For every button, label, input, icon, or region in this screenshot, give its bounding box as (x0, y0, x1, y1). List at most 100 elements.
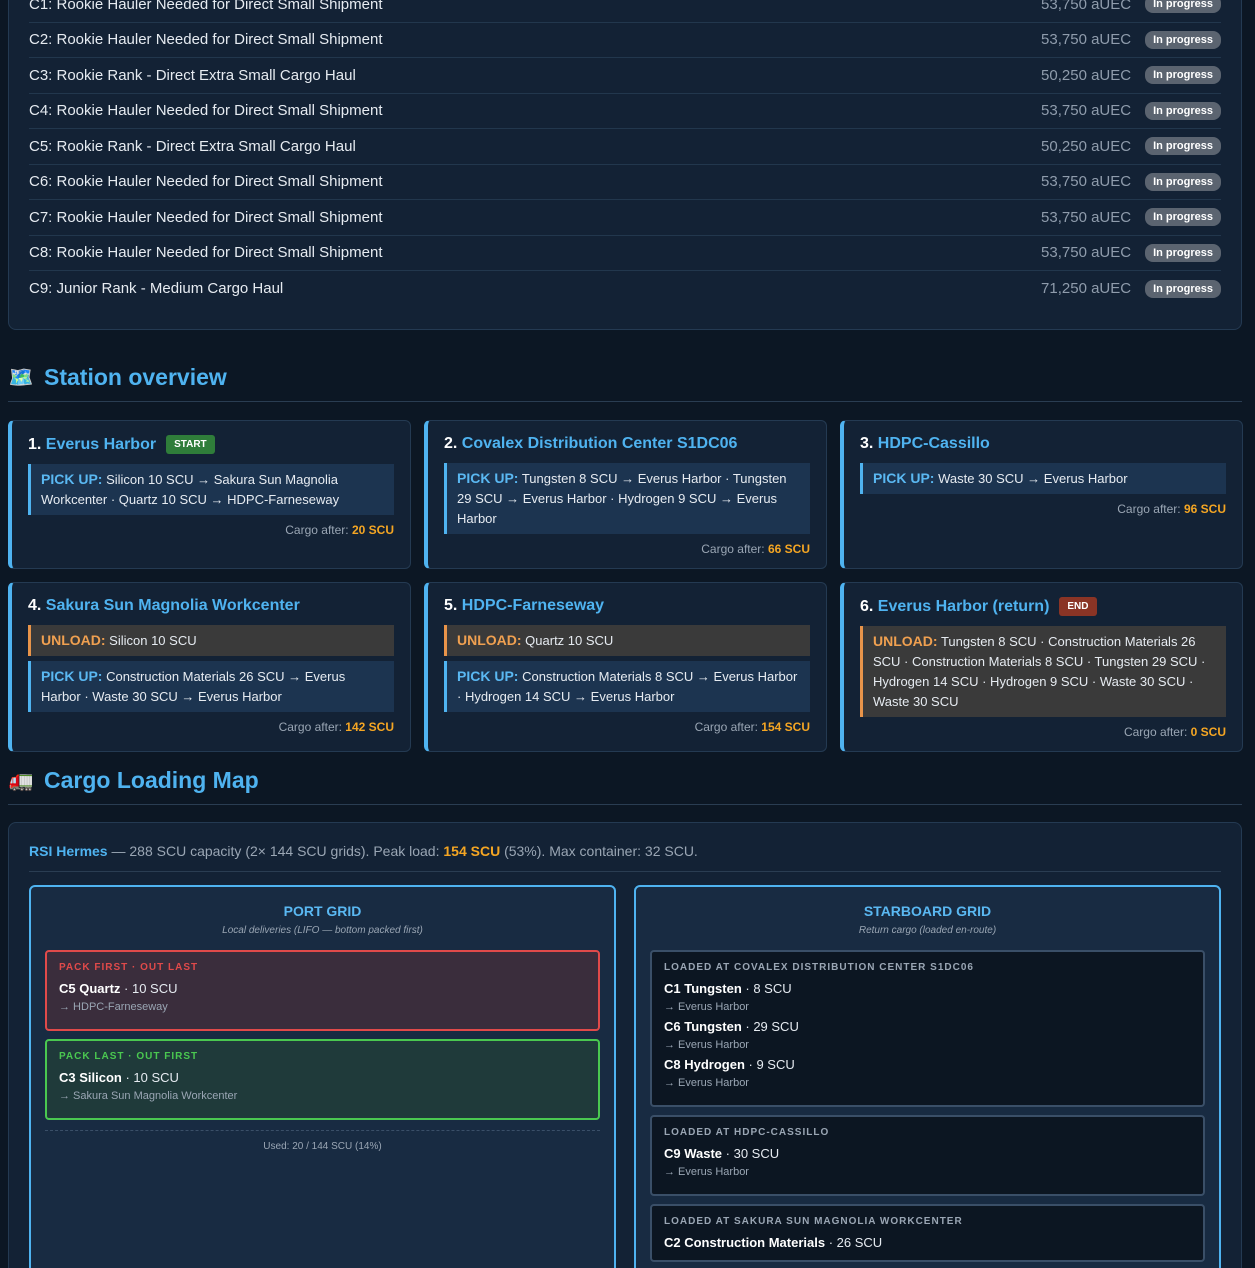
contract-reward: 53,750 aUEC (1041, 244, 1132, 262)
contract-reward: 53,750 aUEC (1041, 208, 1132, 226)
contract-reward: 53,750 aUEC (1041, 173, 1132, 191)
station-name[interactable]: Covalex Distribution Center S1DC06 (462, 435, 738, 452)
station-card: 4. Sakura Sun Magnolia Workcenter UNLOAD:… (8, 582, 411, 752)
slot-tag: PACK FIRST · OUT LAST (59, 962, 199, 973)
pickup-action: PICK UP: Tungsten 8 SCU → Everus Harbor … (444, 463, 810, 534)
pickup-action: PICK UP: Waste 30 SCU → Everus Harbor (860, 463, 1226, 494)
contract-title: C7: Rookie Hauler Needed for Direct Smal… (29, 208, 383, 226)
pickup-action: PICK UP: Silicon 10 SCU → Sakura Sun Mag… (28, 464, 394, 515)
cargo-after-label: Cargo after: (1123, 725, 1188, 739)
station-badge: START (166, 435, 215, 454)
grid-subtitle: Local deliveries (LIFO — bottom packed f… (222, 925, 423, 936)
status-badge: In progress (1145, 0, 1221, 14)
cargo-item-name: C6 Tungsten (664, 1019, 742, 1034)
peak-load: 154 SCU (443, 843, 501, 859)
cargo-item-qty: · 10 SCU (120, 981, 178, 996)
cargo-after: Cargo after: 66 SCU (444, 542, 810, 556)
station-overview-header: 🗺️ Station overview (8, 364, 1242, 402)
ship-desc-tail: (53%). Max container: 32 SCU. (500, 843, 698, 859)
contract-row[interactable]: C5: Rookie Rank - Direct Extra Small Car… (29, 129, 1221, 165)
station-number: 1. (28, 435, 42, 453)
station-title: 3. HDPC-Cassillo (860, 435, 1226, 453)
contract-title: C4: Rookie Hauler Needed for Direct Smal… (29, 102, 383, 120)
cargo-after: Cargo after: 142 SCU (28, 720, 394, 734)
contract-reward: 50,250 aUEC (1041, 137, 1132, 155)
station-title: 4. Sakura Sun Magnolia Workcenter (28, 597, 394, 615)
contract-row[interactable]: C6: Rookie Hauler Needed for Direct Smal… (29, 165, 1221, 200)
cargo-item-name: C5 Quartz (59, 981, 121, 996)
station-card: 3. HDPC-Cassillo PICK UP: Waste 30 SCU → … (840, 420, 1243, 569)
cargo-after-label: Cargo after: (694, 720, 758, 734)
station-card: 5. HDPC-Farneseway UNLOAD: Quartz 10 SCU P… (424, 582, 827, 752)
action-text: Waste 30 SCU → Everus Harbor (938, 471, 1128, 486)
contract-reward: 53,750 aUEC (1041, 102, 1132, 120)
contract-row[interactable]: C9: Junior Rank - Medium Cargo Haul 71,25… (29, 271, 1221, 307)
status-badge: In progress (1145, 66, 1221, 85)
contract-row[interactable]: C3: Rookie Rank - Direct Extra Small Car… (29, 58, 1221, 94)
station-card: 2. Covalex Distribution Center S1DC06 PIC… (424, 420, 827, 569)
slot-tag: LOADED AT COVALEX DISTRIBUTION CENTER S1… (664, 962, 974, 973)
cargo-item: C1 Tungsten · 8 SCU (664, 981, 1191, 996)
action-label: PICK UP: (457, 668, 519, 684)
unload-action: UNLOAD: Silicon 10 SCU (28, 625, 394, 656)
station-title: 1. Everus Harbor START (28, 435, 394, 454)
cargo-item: C9 Waste · 30 SCU (664, 1146, 1191, 1161)
contract-row[interactable]: C1: Rookie Hauler Needed for Direct Smal… (29, 0, 1221, 23)
contract-row[interactable]: C2: Rookie Hauler Needed for Direct Smal… (29, 23, 1221, 58)
contract-row[interactable]: C7: Rookie Hauler Needed for Direct Smal… (29, 200, 1221, 236)
contract-row[interactable]: C8: Rookie Hauler Needed for Direct Smal… (29, 236, 1221, 271)
contract-reward: 53,750 aUEC (1041, 0, 1132, 13)
stations-grid: 1. Everus Harbor START PICK UP: Silicon 10… (8, 420, 1243, 752)
station-card: 1. Everus Harbor START PICK UP: Silicon 10… (8, 420, 411, 569)
status-badge: In progress (1145, 172, 1221, 191)
action-label: UNLOAD: (873, 633, 938, 649)
station-name[interactable]: Sakura Sun Magnolia Workcenter (46, 597, 300, 614)
station-name[interactable]: HDPC-Cassillo (878, 435, 990, 452)
slot-tag: LOADED AT HDPC-CASSILLO (664, 1127, 830, 1138)
ship-name[interactable]: RSI Hermes (29, 843, 108, 859)
cargo-map-panel: RSI Hermes — 288 SCU capacity (2× 144 SC… (8, 822, 1242, 1268)
truck-icon: 🚛 (8, 770, 34, 792)
cargo-item-name: C3 Silicon (59, 1070, 122, 1085)
cargo-after: Cargo after: 20 SCU (28, 523, 394, 537)
station-title: 2. Covalex Distribution Center S1DC06 (444, 435, 810, 453)
cargo-slot: LOADED AT HDPC-CASSILLO C9 Waste · 30 SCU… (650, 1115, 1205, 1196)
contract-row[interactable]: C4: Rookie Hauler Needed for Direct Smal… (29, 94, 1221, 129)
cargo-item-qty: · 26 SCU (825, 1235, 883, 1250)
cargo-after: Cargo after: 154 SCU (444, 720, 810, 734)
cargo-slot: PACK LAST · OUT FIRST C3 Silicon · 10 SCU… (45, 1039, 600, 1120)
cargo-after: Cargo after: 0 SCU (860, 725, 1226, 739)
cargo-map-header: 🚛 Cargo Loading Map (8, 767, 1242, 805)
station-card: 6. Everus Harbor (return) END UNLOAD: Tung… (840, 582, 1243, 752)
contracts-list: C1: Rookie Hauler Needed for Direct Smal… (8, 0, 1242, 330)
cargo-after: Cargo after: 96 SCU (860, 502, 1226, 516)
status-badge: In progress (1145, 30, 1221, 49)
action-label: PICK UP: (457, 470, 519, 486)
cargo-after-label: Cargo after: (285, 523, 349, 537)
ship-desc: — 288 SCU capacity (2× 144 SCU grids). P… (107, 843, 444, 859)
station-number: 2. (444, 435, 458, 452)
station-number: 3. (860, 435, 874, 452)
starboard-grid: STARBOARD GRID Return cargo (loaded en-r… (634, 885, 1221, 1268)
station-name[interactable]: Everus Harbor (return) (878, 598, 1050, 615)
station-number: 6. (860, 597, 874, 615)
slot-tag: LOADED AT SAKURA SUN MAGNOLIA WORKCENTER (664, 1216, 963, 1227)
cargo-slot: LOADED AT SAKURA SUN MAGNOLIA WORKCENTER… (650, 1204, 1205, 1262)
status-badge: In progress (1145, 101, 1221, 120)
grid-subtitle: Return cargo (loaded en-route) (858, 925, 997, 936)
cargo-item: C2 Construction Materials · 26 SCU (664, 1235, 1191, 1250)
cargo-item-qty: · 10 SCU (121, 1070, 179, 1085)
cargo-item-qty: · 29 SCU (741, 1019, 799, 1034)
action-label: PICK UP: (41, 471, 103, 487)
grid-title: STARBOARD GRID (863, 903, 992, 919)
grid-title: PORT GRID (283, 903, 362, 919)
contract-reward: 71,250 aUEC (1041, 280, 1132, 298)
station-name[interactable]: HDPC-Farneseway (462, 597, 604, 614)
cargo-after-value: 20 SCU (351, 523, 394, 537)
cargo-item-destination: → Everus Harbor (664, 1039, 749, 1051)
station-name[interactable]: Everus Harbor (46, 436, 156, 453)
contract-title: C1: Rookie Hauler Needed for Direct Smal… (29, 0, 383, 13)
cargo-after-label: Cargo after: (278, 720, 342, 734)
cargo-after-value: 142 SCU (345, 720, 394, 734)
status-badge: In progress (1145, 208, 1221, 227)
